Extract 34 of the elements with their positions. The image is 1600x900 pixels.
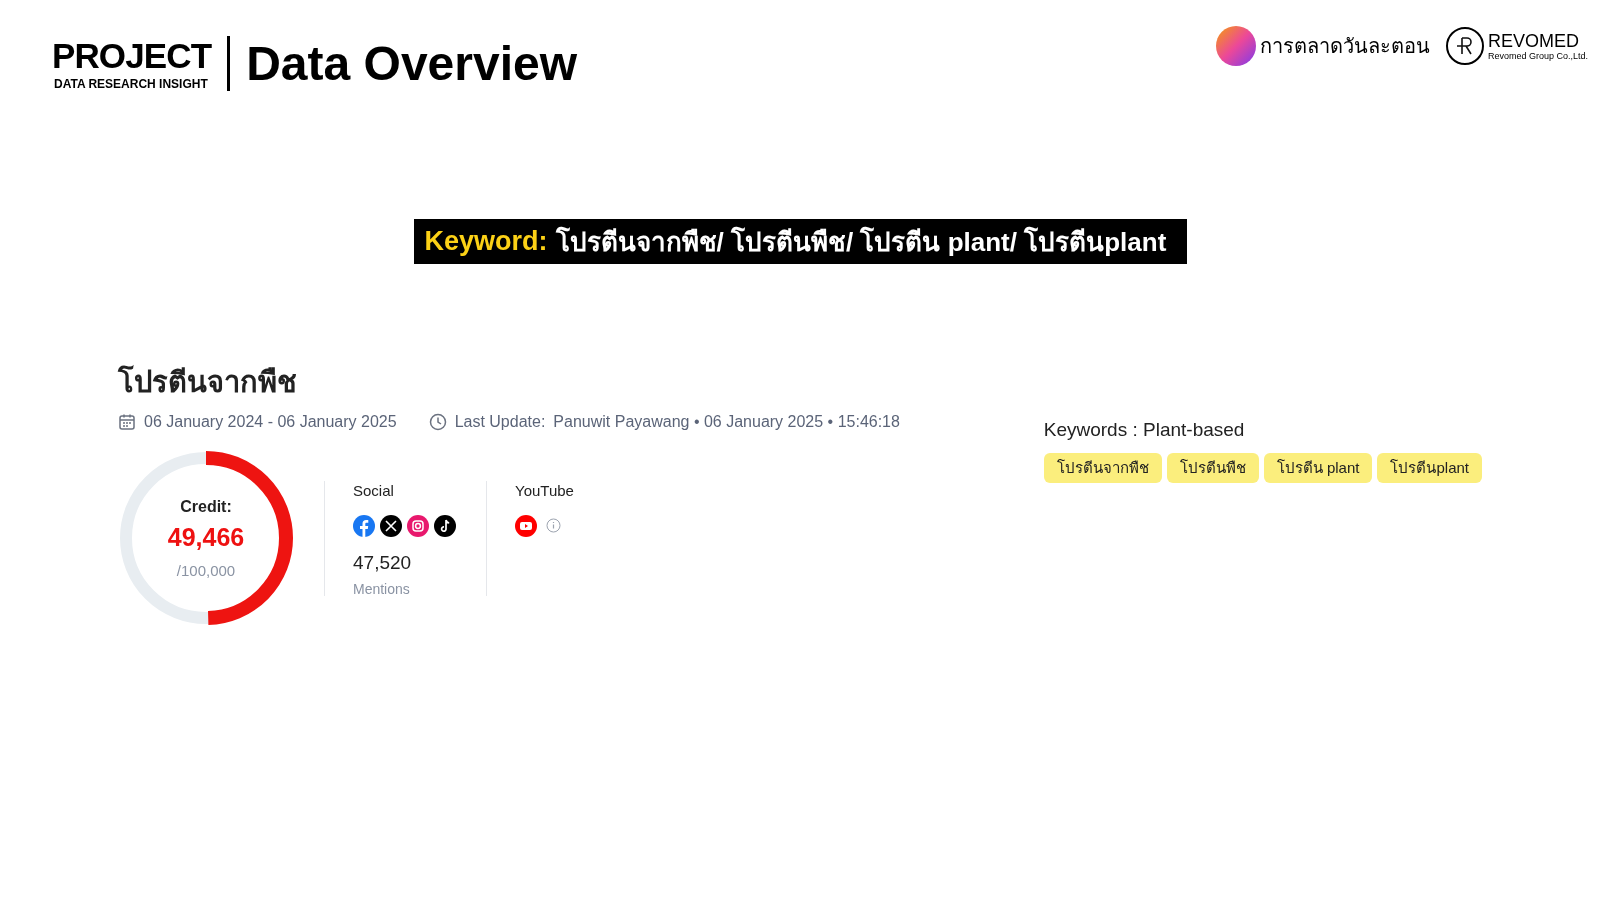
- clock-icon: [428, 413, 447, 432]
- logo-text: การตลาดวันละตอน: [1259, 34, 1430, 59]
- youtube-icon: [515, 514, 537, 537]
- source-title: Social: [353, 481, 395, 502]
- source-title: YouTube: [515, 481, 574, 502]
- mention-unit: Mentions: [353, 580, 411, 600]
- mention-count: 47,520: [353, 550, 413, 575]
- keyword-tag: โปรตีนplant: [1377, 452, 1482, 483]
- info-icon[interactable]: [546, 518, 561, 534]
- banner-label: Keyword:: [424, 228, 548, 255]
- instagram-icon: [407, 514, 429, 537]
- x-icon: [380, 514, 402, 537]
- tiktok-icon: [434, 514, 456, 537]
- logo-icon: [1445, 27, 1484, 65]
- project-title: โปรตีนจากพืช: [118, 364, 298, 400]
- banner-keywords: โปรตีนจากพืช/ โปรตีนพืช/ โปรตีน plant/ โปรตีนplant: [555, 228, 1167, 255]
- logo-subtext: Revomed Group Co.,Ltd.: [1487, 51, 1588, 61]
- keyword-tag: โปรตีนพืช: [1166, 452, 1259, 483]
- credit-total: /100,000: [176, 560, 236, 581]
- last-update-label: Last Update:: [454, 412, 546, 433]
- keyword-tag: โปรตีนจากพืช: [1043, 452, 1162, 483]
- page-title: Data Overview: [246, 39, 578, 88]
- facebook-icon: [353, 514, 375, 537]
- keywords-title: Keywords : Plant-based: [1043, 418, 1246, 442]
- last-update-value: Panuwit Payawang • 06 January 2025 • 15:46:18: [553, 412, 900, 433]
- logo-text: REVOMED: [1487, 31, 1580, 50]
- date-range: 06 January 2024 - 06 January 2025: [144, 412, 397, 433]
- brand-name: PROJECT: [52, 37, 212, 73]
- keyword-tag: โปรตีน plant: [1263, 452, 1373, 483]
- calendar-icon: [118, 413, 136, 432]
- credit-used: 49,466: [167, 524, 245, 550]
- credit-label: Credit:: [180, 496, 232, 517]
- logo-icon: [1215, 26, 1256, 66]
- brand-subtitle: DATA RESEARCH INSIGHT: [54, 77, 208, 90]
